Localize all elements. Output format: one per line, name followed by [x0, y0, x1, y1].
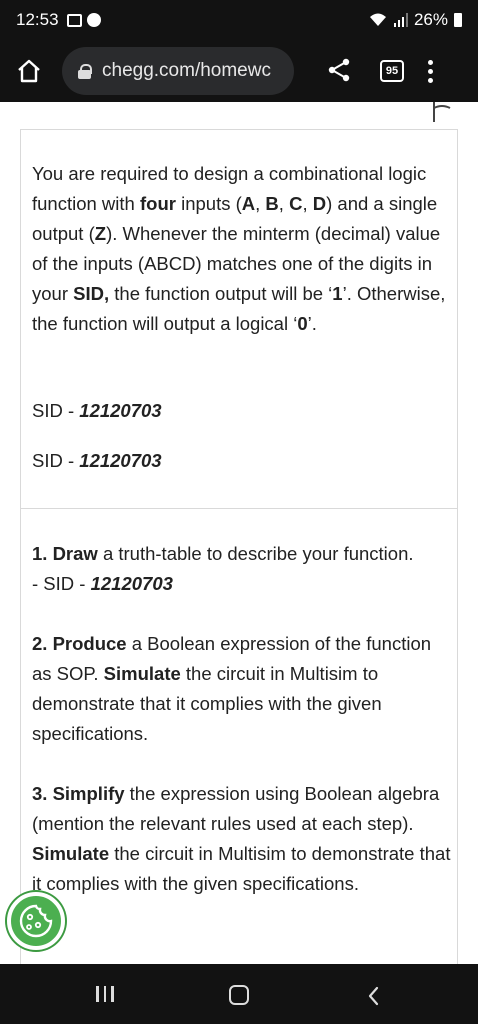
sid-value: 12120703 — [79, 400, 162, 421]
question-card: You are required to design a combination… — [20, 129, 458, 509]
question-intro: You are required to design a combination… — [32, 163, 446, 334]
address-bar[interactable]: chegg.com/homewc — [62, 47, 294, 95]
battery-icon — [454, 13, 462, 27]
recents-icon[interactable] — [96, 986, 114, 1002]
task-item-3: 3. Simplify the expression using Boolean… — [32, 783, 451, 894]
tab-switcher-button[interactable]: 95 — [380, 60, 404, 82]
status-time: 12:53 — [16, 10, 59, 29]
home-icon — [18, 59, 40, 83]
flag-icon[interactable] — [430, 102, 454, 122]
more-vert-icon[interactable] — [426, 59, 434, 83]
signal-icon — [393, 13, 408, 27]
battery-percent: 26% — [413, 10, 448, 29]
share-icon — [328, 58, 350, 82]
wifi-icon — [369, 13, 386, 26]
task-item-4: 4. Redesign the simplified circuit of — [32, 957, 452, 964]
system-nav-bar — [0, 964, 478, 1024]
tab-count: 95 — [385, 65, 399, 77]
home-button[interactable] — [14, 56, 44, 86]
browser-toolbar: chegg.com/homewc 95 — [0, 40, 478, 102]
url-text: chegg.com/homewc — [102, 60, 271, 81]
home-circle-icon[interactable] — [229, 985, 249, 1005]
lock-icon — [78, 63, 92, 79]
tasks-card: 1. Draw a truth-table to describe your f… — [20, 508, 458, 964]
sid-line: SID - 12120703 — [32, 396, 162, 426]
sid-value: 12120703 — [79, 450, 162, 471]
share-button[interactable] — [326, 57, 354, 85]
gallery-notification-icon — [66, 13, 82, 27]
sid-line: SID - 12120703 — [32, 446, 162, 476]
sid-label: SID - — [32, 400, 80, 421]
page-content: You are required to design a combination… — [0, 102, 478, 964]
task-item-1: 1. Draw a truth-table to describe your f… — [32, 543, 414, 594]
status-bar: 12:53 26% — [0, 0, 478, 40]
sid-label: SID - — [32, 450, 80, 471]
cookie-settings-button[interactable] — [7, 892, 65, 950]
back-icon[interactable] — [366, 986, 382, 1006]
cookie-icon — [19, 904, 53, 938]
messenger-notification-icon — [86, 13, 101, 27]
task-item-2: 2. Produce a Boolean expression of the f… — [32, 633, 432, 744]
